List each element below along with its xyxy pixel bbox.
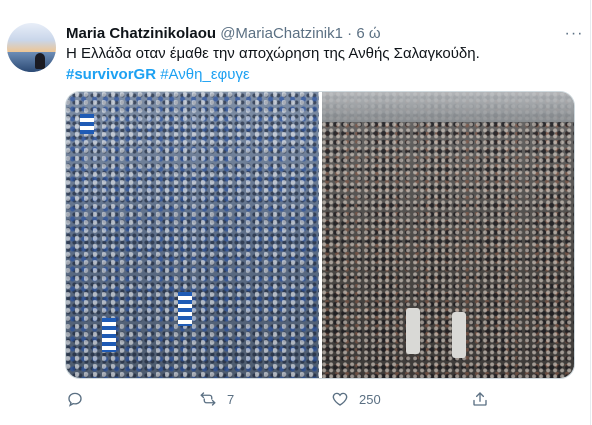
tweet-time[interactable]: 6 ώ <box>356 25 380 42</box>
tweet-media[interactable] <box>65 91 575 379</box>
hashtag-survivorgr[interactable]: #survivorGR <box>66 66 156 83</box>
hashtag-anthi-efyge[interactable]: #Ανθη_εφυγε <box>160 66 249 83</box>
building-backdrop <box>322 92 574 122</box>
square-pillar <box>452 312 466 358</box>
reply-button[interactable] <box>66 388 84 410</box>
tweet-header: Maria Chatzinikolaou @MariaChatzinik1 · … <box>66 24 381 44</box>
retweet-count: 7 <box>227 391 235 407</box>
greek-flag <box>178 292 192 326</box>
more-options-icon[interactable]: ··· <box>562 24 586 44</box>
avatar[interactable] <box>7 23 56 72</box>
like-button[interactable]: 250 <box>331 388 381 410</box>
tweet-actions: 7 250 <box>0 388 591 410</box>
like-count: 250 <box>359 391 381 407</box>
share-button[interactable] <box>471 388 489 410</box>
tweet-card[interactable]: Maria Chatzinikolaou @MariaChatzinik1 · … <box>0 0 591 425</box>
greek-flag <box>80 114 94 134</box>
like-icon <box>331 390 349 408</box>
retweet-button[interactable]: 7 <box>199 388 234 410</box>
avatar-figure <box>35 53 45 69</box>
square-pillar <box>406 308 420 354</box>
media-photo-right[interactable] <box>322 92 574 378</box>
retweet-icon <box>199 390 217 408</box>
avatar-sea <box>7 52 56 72</box>
reply-icon <box>66 390 84 408</box>
tweet-hashtags: #survivorGR #Ανθη_εφυγε <box>66 65 250 85</box>
author-name[interactable]: Maria Chatzinikolaou <box>66 25 216 42</box>
greek-flag <box>102 318 116 352</box>
separator-dot: · <box>347 25 353 42</box>
media-photo-left[interactable] <box>66 92 319 378</box>
tweet-text: Η Ελλάδα οταν έμαθε την αποχώρηση της Αν… <box>66 45 480 62</box>
author-handle[interactable]: @MariaChatzinik1 <box>220 25 343 42</box>
share-icon <box>471 390 489 408</box>
